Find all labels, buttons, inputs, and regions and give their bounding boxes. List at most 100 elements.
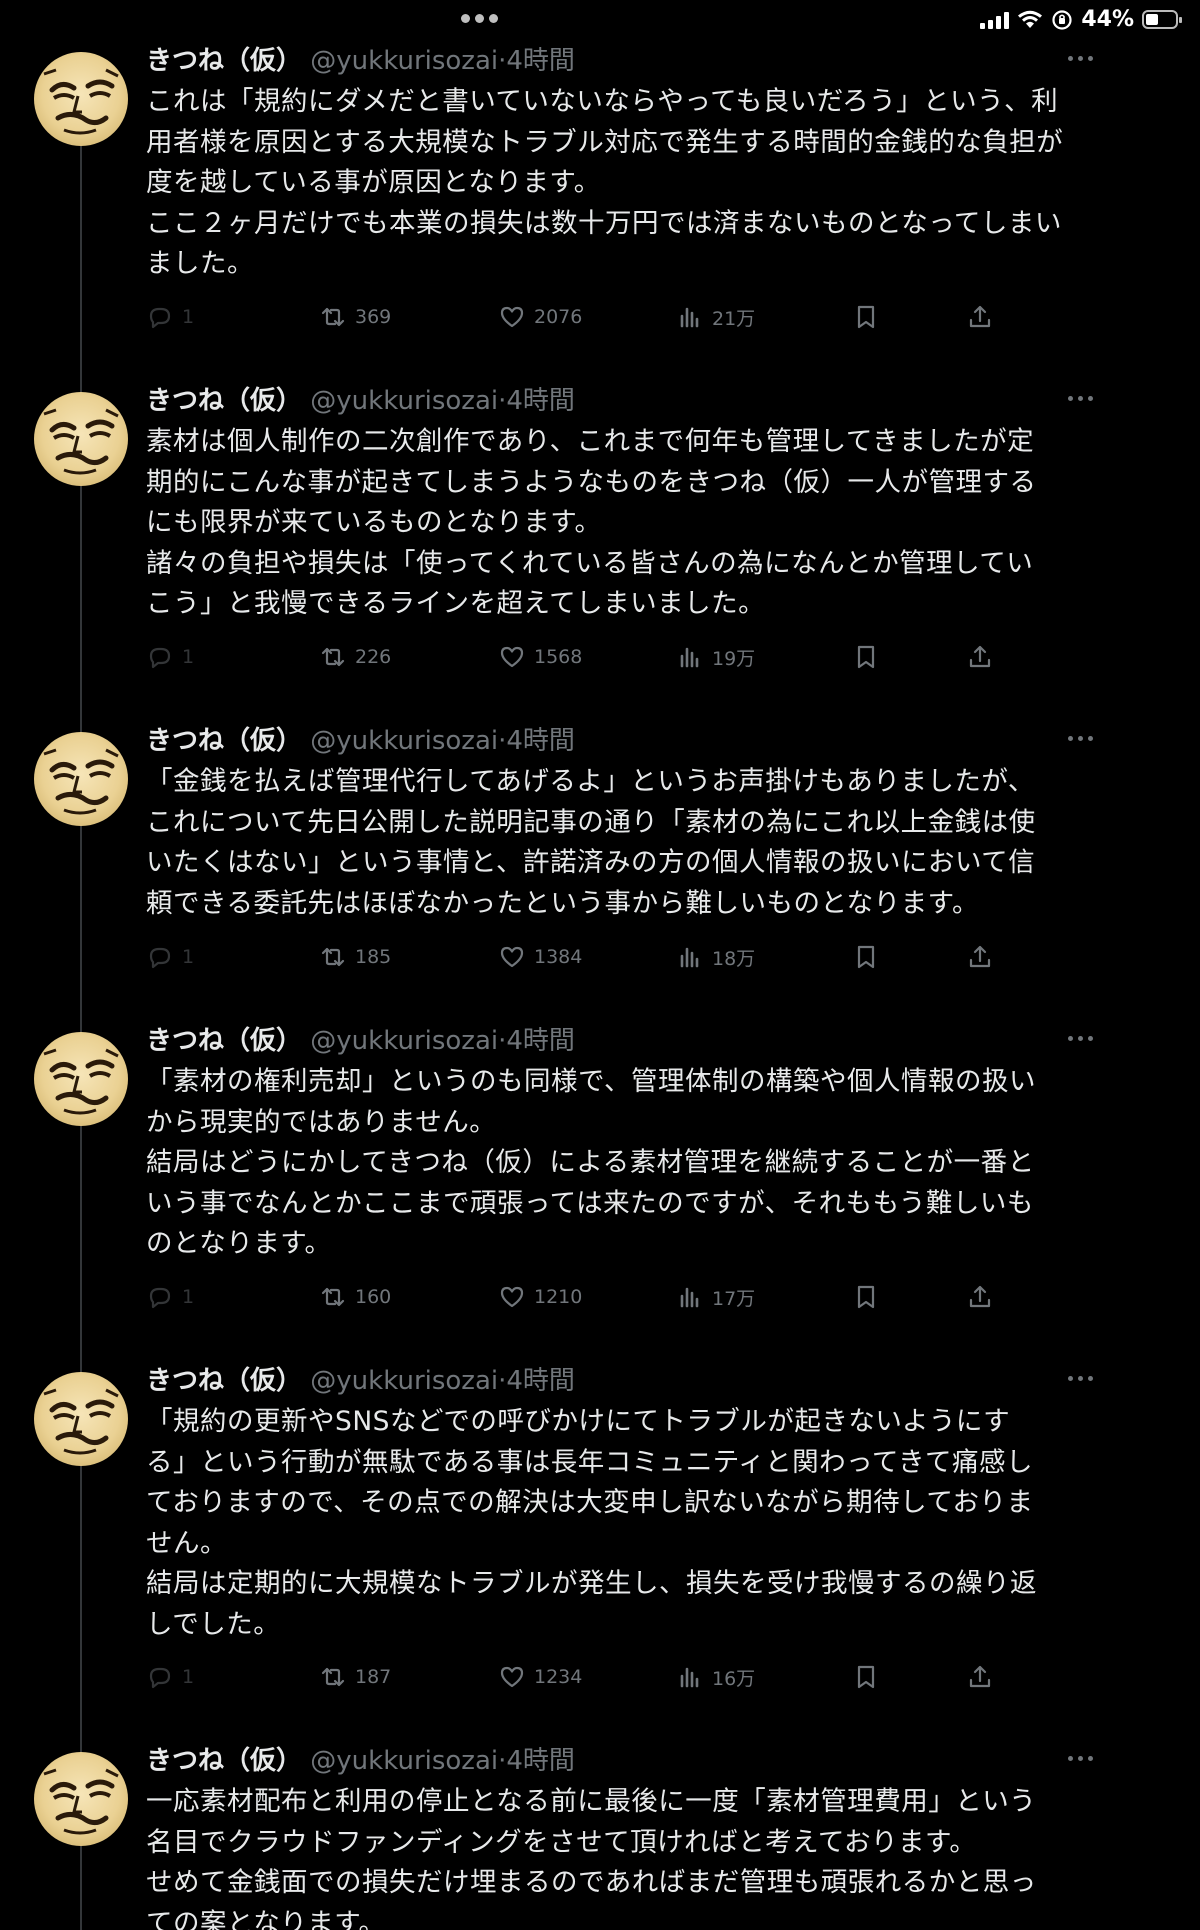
retweet-button[interactable]: 160 [319, 1280, 391, 1314]
tweet-time[interactable]: 4時間 [506, 46, 575, 76]
reply-button[interactable]: 1 [146, 640, 194, 674]
author-name[interactable]: きつね（仮） [146, 1746, 302, 1776]
share-button[interactable] [966, 300, 994, 334]
reply-count: 1 [182, 646, 195, 668]
analytics-icon [680, 307, 699, 328]
share-icon [969, 1665, 991, 1688]
author-handle[interactable]: @yukkurisozai [310, 726, 498, 756]
retweet-count: 369 [355, 306, 392, 328]
more-options-icon[interactable] [1068, 56, 1093, 61]
avatar[interactable] [34, 392, 128, 486]
battery-percentage: 44% [1081, 7, 1134, 32]
retweet-button[interactable]: 369 [319, 300, 391, 334]
retweet-count: 160 [355, 1286, 392, 1308]
author-handle[interactable]: @yukkurisozai [310, 1026, 498, 1056]
tweet-time[interactable]: 4時間 [506, 1026, 575, 1056]
heart-icon [500, 1666, 524, 1688]
battery-icon [1142, 10, 1182, 29]
action-bar: 1 226 1568 19万 [146, 640, 1006, 674]
bookmark-button[interactable] [852, 300, 880, 334]
bookmark-button[interactable] [852, 1280, 880, 1314]
tweet-text: これは「規約にダメだと書いていないならやっても良いだろう」という、利 用者様を原… [146, 86, 1064, 279]
multitasking-dots-icon[interactable] [461, 14, 498, 23]
reply-icon [149, 647, 171, 669]
views-button[interactable]: 17万 [676, 1280, 755, 1314]
bookmark-icon [857, 305, 875, 329]
like-button[interactable]: 2076 [498, 300, 582, 334]
like-button[interactable]: 1568 [498, 640, 582, 674]
share-icon [969, 305, 991, 328]
reply-button[interactable]: 1 [146, 1280, 194, 1314]
status-indicators: 44% [980, 7, 1182, 32]
views-button[interactable]: 21万 [676, 300, 755, 334]
author-name[interactable]: きつね（仮） [146, 386, 302, 416]
author-name[interactable]: きつね（仮） [146, 46, 302, 76]
author-handle[interactable]: @yukkurisozai [310, 1366, 498, 1396]
tweet-text: 一応素材配布と利用の停止となる前に最後に一度「素材管理費用」という 名目でクラウ… [146, 1786, 1037, 1930]
like-count: 1384 [534, 946, 583, 968]
reply-button[interactable]: 1 [146, 300, 194, 334]
avatar-face-icon [43, 408, 119, 475]
like-button[interactable]: 1234 [498, 1660, 582, 1694]
avatar[interactable] [34, 1372, 128, 1466]
views-button[interactable]: 16万 [676, 1660, 755, 1694]
tweet-header: きつね（仮） @yukkurisozai·4時間 [146, 1744, 575, 1778]
avatar-face-icon [43, 1048, 119, 1115]
bookmark-button[interactable] [852, 1660, 880, 1694]
tweet-header: きつね（仮） @yukkurisozai·4時間 [146, 384, 575, 418]
retweet-icon [321, 1667, 345, 1687]
bookmark-button[interactable] [852, 940, 880, 974]
more-options-icon[interactable] [1068, 1376, 1093, 1381]
share-button[interactable] [966, 640, 994, 674]
avatar[interactable] [34, 1032, 128, 1126]
like-button[interactable]: 1384 [498, 940, 582, 974]
tweet-time[interactable]: 4時間 [506, 386, 575, 416]
status-bar: 44% [0, 0, 1200, 40]
author-name[interactable]: きつね（仮） [146, 726, 302, 756]
author-handle[interactable]: @yukkurisozai [310, 386, 498, 416]
share-icon [969, 945, 991, 968]
more-options-icon[interactable] [1068, 1036, 1093, 1041]
avatar-face-icon [43, 748, 119, 815]
tweet-header: きつね（仮） @yukkurisozai·4時間 [146, 1364, 575, 1398]
view-count: 21万 [712, 307, 756, 330]
rotation-lock-icon [1052, 9, 1072, 30]
reply-icon [149, 307, 171, 329]
avatar[interactable] [34, 1752, 128, 1846]
bookmark-button[interactable] [852, 640, 880, 674]
author-name[interactable]: きつね（仮） [146, 1026, 302, 1056]
retweet-icon [321, 1287, 345, 1307]
analytics-icon [680, 947, 699, 968]
more-options-icon[interactable] [1068, 1756, 1093, 1761]
more-options-icon[interactable] [1068, 736, 1093, 741]
tweet-time[interactable]: 4時間 [506, 726, 575, 756]
retweet-count: 187 [355, 1666, 392, 1688]
retweet-button[interactable]: 185 [319, 940, 391, 974]
like-button[interactable]: 1210 [498, 1280, 582, 1314]
author-handle[interactable]: @yukkurisozai [310, 46, 498, 76]
reply-count: 1 [182, 1666, 195, 1688]
avatar[interactable] [34, 52, 128, 146]
heart-icon [500, 946, 524, 968]
retweet-button[interactable]: 226 [319, 640, 391, 674]
tweet-time[interactable]: 4時間 [506, 1366, 575, 1396]
reply-count: 1 [182, 1286, 195, 1308]
retweet-button[interactable]: 187 [319, 1660, 391, 1694]
views-button[interactable]: 19万 [676, 640, 755, 674]
like-count: 2076 [534, 306, 583, 328]
reply-button[interactable]: 1 [146, 940, 194, 974]
bookmark-icon [857, 1285, 875, 1309]
share-button[interactable] [966, 940, 994, 974]
bookmark-icon [857, 645, 875, 669]
more-options-icon[interactable] [1068, 396, 1093, 401]
tweet-time[interactable]: 4時間 [506, 1746, 575, 1776]
share-button[interactable] [966, 1280, 994, 1314]
share-button[interactable] [966, 1660, 994, 1694]
views-button[interactable]: 18万 [676, 940, 755, 974]
action-bar: 1 369 2076 21万 [146, 300, 1006, 334]
avatar[interactable] [34, 732, 128, 826]
author-name[interactable]: きつね（仮） [146, 1366, 302, 1396]
reply-button[interactable]: 1 [146, 1660, 194, 1694]
author-handle[interactable]: @yukkurisozai [310, 1746, 498, 1776]
action-bar: 1 187 1234 16万 [146, 1660, 1006, 1694]
